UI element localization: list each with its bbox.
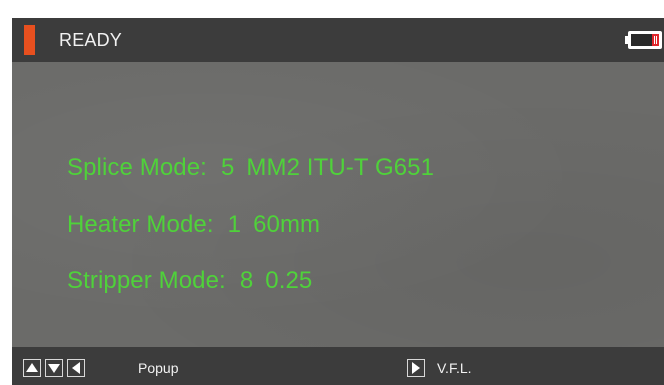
vfl-label: V.F.L.: [437, 360, 472, 376]
heater-mode-number: 1: [227, 211, 242, 238]
status-indicator: [24, 25, 35, 55]
splice-mode-number: 5: [220, 154, 235, 181]
arrow-down-key[interactable]: [45, 359, 63, 377]
status-text: READY: [59, 30, 123, 50]
heater-mode-label: Heater Mode:: [67, 211, 214, 238]
arrow-right-icon: [412, 362, 420, 374]
stripper-mode-number: 8: [239, 267, 254, 294]
key-hint-bar: Popup V.F.L.: [12, 347, 664, 385]
stripper-mode-value: 0.25: [265, 267, 313, 294]
splice-mode-label: Splice Mode:: [67, 154, 207, 181]
fusion-splicer-screen: READY Splice Mode: 5 MM2 ITU-T G651 Heater…: [0, 0, 664, 385]
heater-mode-row[interactable]: Heater Mode: 1 60mm: [67, 211, 320, 239]
mode-panel: Splice Mode: 5 MM2 ITU-T G651 Heater Mode:…: [12, 62, 664, 347]
title-bar: READY: [12, 18, 664, 62]
arrow-left-icon: [72, 362, 80, 374]
splice-mode-value: MM2 ITU-T G651: [246, 154, 435, 181]
arrow-right-key[interactable]: [407, 359, 425, 377]
arrow-up-icon: [26, 363, 38, 372]
arrow-left-key[interactable]: [67, 359, 85, 377]
arrow-down-icon: [48, 364, 60, 373]
arrow-up-key[interactable]: [23, 359, 41, 377]
stripper-mode-row[interactable]: Stripper Mode: 8 0.25: [67, 267, 312, 295]
battery-icon: [625, 29, 664, 51]
heater-mode-value: 60mm: [253, 211, 321, 238]
popup-label: Popup: [138, 360, 179, 376]
stripper-mode-label: Stripper Mode:: [67, 267, 226, 294]
battery-low-icon: [625, 31, 662, 49]
splice-mode-row[interactable]: Splice Mode: 5 MM2 ITU-T G651: [67, 154, 434, 182]
